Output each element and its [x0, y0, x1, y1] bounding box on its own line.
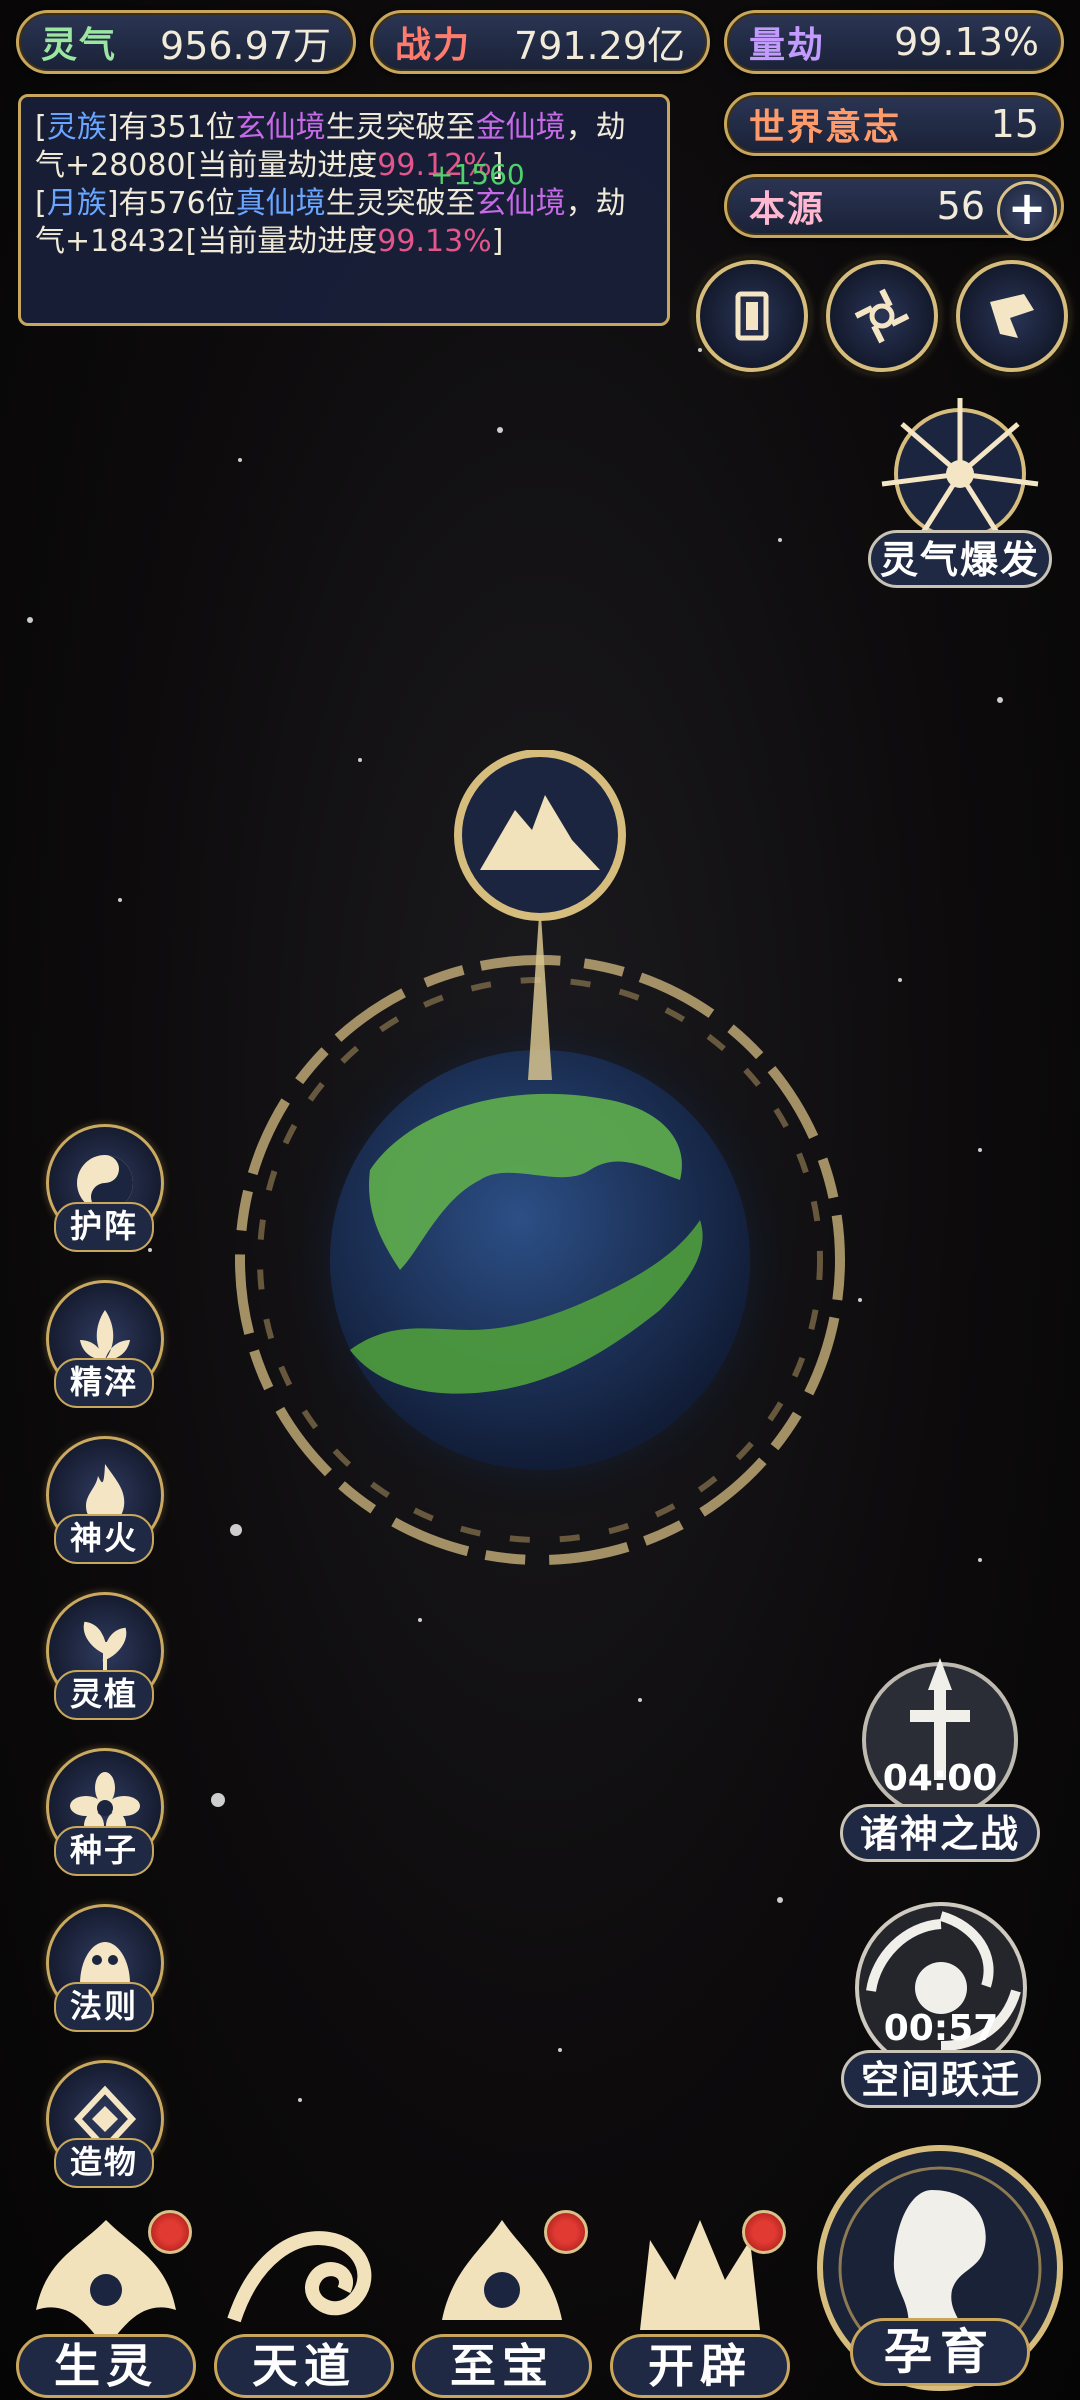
world-will-stat[interactable]: 世界意志 15	[724, 92, 1064, 156]
war-of-gods-timer: 04:00	[882, 1758, 998, 1799]
nav-label: 开辟	[610, 2334, 790, 2398]
aura-burst-button[interactable]: 灵气爆发	[868, 394, 1052, 594]
side-button-formation[interactable]: 护阵	[40, 1124, 164, 1254]
race-name: 灵族	[46, 110, 107, 145]
planet-view[interactable]	[180, 750, 900, 1570]
notification-badge	[148, 2210, 192, 2254]
side-button-seed[interactable]: 种子	[40, 1748, 164, 1878]
side-button-label: 灵植	[54, 1670, 154, 1720]
log-line-2: [月族]有576位真仙境生灵突破至玄仙境，劫气+18432[当前量劫进度99.1…	[35, 185, 653, 261]
aura-burst-label: 灵气爆发	[868, 530, 1052, 588]
portal-button[interactable]	[826, 260, 938, 372]
side-button-label: 护阵	[54, 1202, 154, 1252]
notification-badge	[544, 2210, 588, 2254]
aura-value: 956.97万	[160, 23, 331, 68]
nav-label: 至宝	[412, 2334, 592, 2398]
side-button-label: 精淬	[54, 1358, 154, 1408]
realm-from: 玄仙境	[235, 110, 326, 145]
kalpa-stat[interactable]: 量劫 99.13%	[724, 10, 1064, 74]
event-log: [灵族]有351位玄仙境生灵突破至金仙境，劫气+28080[当前量劫进度99.1…	[18, 94, 670, 326]
breed-label: 孕育	[850, 2318, 1030, 2386]
add-origin-button[interactable]: +	[997, 181, 1057, 241]
bracket: [	[35, 110, 47, 145]
war-of-gods-label: 诸神之战	[840, 1804, 1040, 1862]
scroll-button[interactable]	[956, 260, 1068, 372]
space-jump-button[interactable]: 00:57 空间跃迁	[836, 1896, 1046, 2116]
nav-heaven-dao[interactable]: 天道	[214, 2200, 394, 2400]
world-will-value: 15	[990, 102, 1039, 146]
side-button-label: 神火	[54, 1514, 154, 1564]
side-button-creation[interactable]: 造物	[40, 2060, 164, 2190]
space-jump-label: 空间跃迁	[841, 2050, 1041, 2108]
nav-label: 天道	[214, 2334, 394, 2398]
notification-badge	[742, 2210, 786, 2254]
nav-label: 生灵	[16, 2334, 196, 2398]
aura-stat[interactable]: 灵气 956.97万	[16, 10, 356, 74]
space-vortex-icon	[855, 1902, 1027, 2074]
log-line-1: [灵族]有351位玄仙境生灵突破至金仙境，劫气+28080[当前量劫进度99.1…	[35, 109, 653, 185]
kalpa-value: 99.13%	[894, 20, 1039, 64]
breed-button[interactable]: 孕育	[812, 2140, 1068, 2396]
card-icon	[735, 291, 769, 341]
side-button-divine-fire[interactable]: 神火	[40, 1436, 164, 1566]
nav-living-beings[interactable]: 生灵	[16, 2200, 196, 2400]
origin-value: 56	[936, 184, 985, 228]
power-label: 战力	[395, 25, 472, 66]
log-text: 生灵突破至	[325, 186, 476, 221]
side-button-spirit-plant[interactable]: 灵植	[40, 1592, 164, 1722]
space-jump-timer: 00:57	[883, 2008, 999, 2049]
bracket: ]	[491, 224, 504, 259]
aura-label: 灵气	[41, 25, 118, 66]
side-button-label: 造物	[54, 2138, 154, 2188]
scroll-icon	[990, 294, 1034, 338]
world-will-label: 世界意志	[749, 107, 902, 148]
origin-label: 本源	[749, 189, 826, 230]
race-name: 月族	[46, 186, 107, 221]
side-button-refine[interactable]: 精淬	[40, 1280, 164, 1410]
vortex-icon	[854, 288, 910, 344]
origin-stat[interactable]: 本源 56 +	[724, 174, 1064, 241]
log-text: 生灵突破至	[325, 110, 476, 145]
side-button-law[interactable]: 法则	[40, 1904, 164, 2034]
card-button[interactable]	[696, 260, 808, 372]
floating-number: +1560	[430, 158, 525, 191]
war-of-gods-button[interactable]: 04:00 诸神之战	[840, 1650, 1040, 1870]
burst-icon	[881, 398, 1039, 540]
nav-genesis[interactable]: 开辟	[610, 2200, 790, 2400]
kalpa-progress: 99.13%	[377, 224, 492, 259]
power-stat[interactable]: 战力 791.29亿	[370, 10, 710, 74]
power-value: 791.29亿	[514, 23, 685, 68]
bracket: [	[35, 186, 47, 221]
log-text: ]有351位	[106, 110, 236, 145]
realm-to: 玄仙境	[475, 186, 566, 221]
log-text: ]有576位	[106, 186, 236, 221]
kalpa-label: 量劫	[749, 25, 826, 66]
nav-treasure[interactable]: 至宝	[412, 2200, 592, 2400]
side-button-label: 种子	[54, 1826, 154, 1876]
realm-from: 真仙境	[235, 186, 326, 221]
side-button-label: 法则	[54, 1982, 154, 2032]
realm-to: 金仙境	[475, 110, 566, 145]
marker-beam	[528, 900, 552, 1080]
